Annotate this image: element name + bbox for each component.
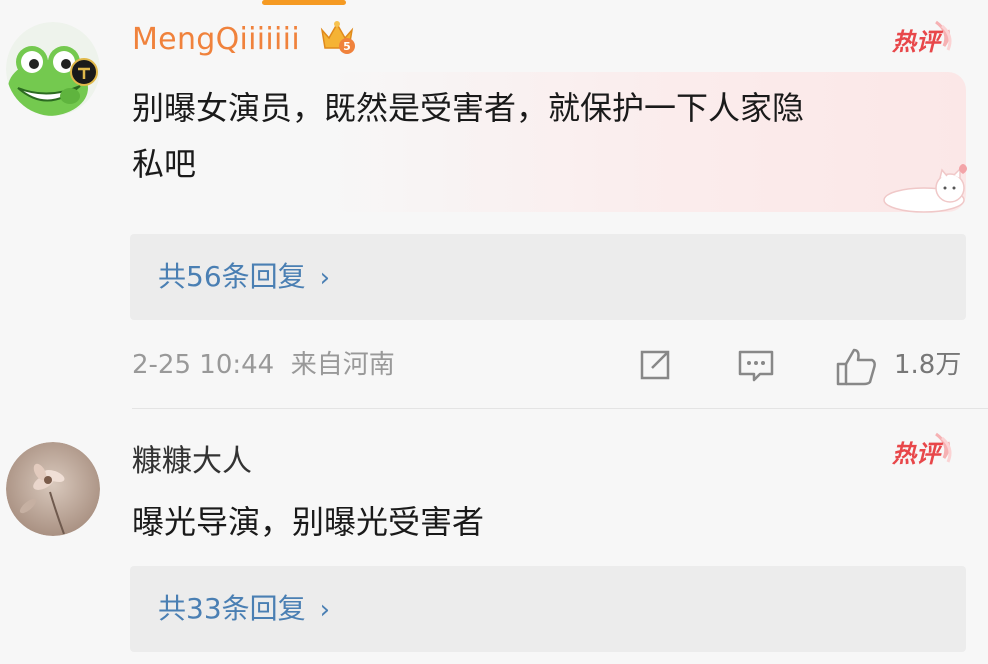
replies-box[interactable]: 共56条回复 › — [130, 234, 966, 320]
chevron-right-icon: › — [319, 595, 331, 625]
replies-label: 共33条回复 — [158, 592, 306, 625]
comment-meta-row: 2-25 10:44 来自河南 1.8万 — [132, 340, 968, 390]
frog-avatar-icon[interactable] — [6, 22, 100, 116]
comment-icon[interactable] — [736, 346, 776, 384]
like-icon[interactable] — [834, 346, 878, 386]
comment-text-line: 别曝女演员，既然是受害者，就保护一下人家隐 — [132, 89, 805, 127]
hot-comment-tag: 热评 — [892, 432, 954, 476]
divider — [132, 408, 988, 409]
like-count: 1.8万 — [894, 350, 962, 380]
view-replies-link[interactable]: 共33条回复 › — [158, 566, 330, 652]
username[interactable]: 糠糠大人 — [132, 442, 252, 482]
vip-level: 5 — [343, 40, 351, 53]
cat-sticker-icon — [883, 164, 967, 213]
flower-avatar-icon[interactable] — [6, 442, 100, 536]
comment-meta: 2-25 10:44 来自河南 — [132, 340, 395, 390]
comment-time: 2-25 10:44 — [132, 350, 275, 380]
hot-comment-tag: 热评 — [892, 20, 954, 64]
comment-item: MengQiiiiiii 5 热评 别曝女演员，既然是受害者，就保护一下人家隐 … — [0, 0, 988, 410]
hot-tag-label: 热评 — [892, 440, 940, 468]
hot-tag-label: 热评 — [892, 28, 940, 56]
vip-crown-badge-icon: 5 — [318, 18, 356, 56]
view-replies-link[interactable]: 共56条回复 › — [158, 234, 330, 320]
comment-text-line: 私吧 — [132, 145, 197, 183]
comment-text-line: 曝光导演，别曝光受害者 — [132, 503, 485, 541]
replies-box[interactable]: 共33条回复 › — [130, 566, 966, 652]
comment-location: 来自河南 — [290, 350, 395, 380]
share-icon[interactable] — [636, 346, 674, 384]
comment-item: 糠糠大人 热评 曝光导演，别曝光受害者 共33条回复 › — [0, 410, 988, 664]
replies-label: 共56条回复 — [158, 260, 306, 293]
username[interactable]: MengQiiiiiii — [132, 20, 300, 60]
chevron-right-icon: › — [319, 263, 331, 293]
